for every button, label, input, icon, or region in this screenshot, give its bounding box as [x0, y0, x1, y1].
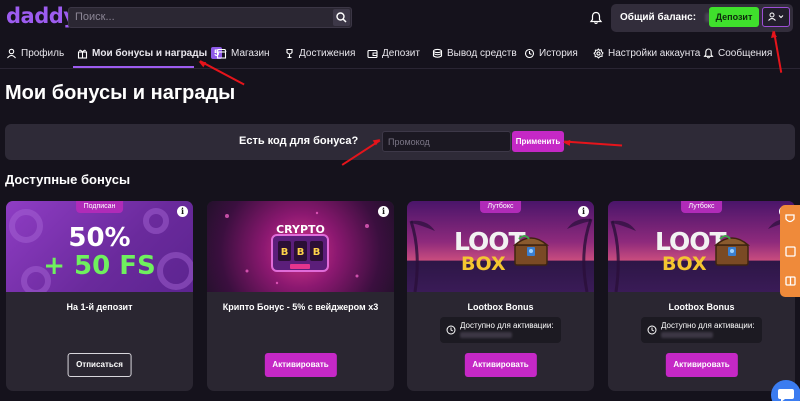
nav-label: Сообщения	[718, 47, 773, 59]
bonus-card-image: Подписан i 50% + 50 FS	[6, 201, 193, 292]
trophy-icon	[785, 214, 796, 286]
card-title: Lootbox Bonus	[668, 302, 735, 312]
support-chat-button[interactable]	[771, 380, 800, 401]
bonus-card-image: i CRYPTO BBB	[207, 201, 394, 292]
trophy-icon	[286, 48, 293, 58]
activate-button[interactable]: Активировать	[264, 353, 337, 377]
nav-divider	[0, 68, 800, 69]
promo-code-input[interactable]	[382, 131, 511, 152]
search-box	[68, 7, 352, 28]
svg-text:B: B	[313, 247, 321, 258]
search-input[interactable]	[75, 11, 325, 23]
page-title: Мои бонусы и награды	[5, 82, 236, 104]
card-tag: Лутбокс	[680, 201, 723, 213]
card-tag: Подписан	[75, 201, 124, 213]
image-headline: 50%	[68, 223, 131, 253]
user-icon	[7, 48, 16, 58]
search-icon	[336, 12, 347, 23]
availability-label: Доступно для активации:	[460, 321, 554, 330]
gear-icon	[593, 47, 604, 59]
nav-history[interactable]: История	[524, 44, 578, 62]
availability-box: Доступно для активации:	[641, 317, 762, 343]
notifications-bell-icon[interactable]	[589, 11, 603, 25]
bonus-card: i CRYPTO BBB Крипто Бонус - 5% с вейджер…	[207, 201, 394, 391]
nav-withdrawal[interactable]: Вывод средств	[432, 44, 517, 62]
unsubscribe-button[interactable]: Отписаться	[67, 353, 132, 377]
nav-label: Настройки аккаунта	[608, 47, 701, 59]
availability-value-blurred	[460, 332, 512, 338]
nav-messages[interactable]: Сообщения	[703, 44, 772, 62]
promo-code-panel: Есть код для бонуса? Применить	[5, 124, 795, 160]
bonus-card-image: Лутбокс i LOOT BOX	[608, 201, 795, 292]
promo-code-label: Есть код для бонуса?	[239, 135, 359, 147]
nav-deposit[interactable]: Депозит	[367, 44, 420, 62]
clock-icon	[446, 325, 456, 335]
nav-profile[interactable]: Профиль	[6, 44, 64, 62]
activate-button[interactable]: Активировать	[464, 353, 537, 377]
wallet-icon	[367, 49, 378, 58]
balance-label: Общий баланс:	[620, 12, 697, 23]
nav-label: Достижения	[299, 47, 356, 59]
bonus-card: Подписан i 50% + 50 FS На 1-й депозит От…	[6, 201, 193, 391]
slot-machine-icon: BBB	[271, 234, 329, 272]
nav-label: Мои бонусы и награды	[92, 47, 208, 59]
availability-label: Доступно для активации:	[661, 321, 755, 330]
deposit-button[interactable]: Депозит	[709, 7, 759, 27]
user-icon	[768, 12, 784, 21]
card-title: Крипто Бонус - 5% с вейджером x3	[222, 302, 379, 312]
apply-promo-button[interactable]: Применить	[512, 131, 564, 152]
info-icon[interactable]: i	[177, 206, 188, 217]
user-menu-button[interactable]	[762, 7, 790, 27]
nav-account-settings[interactable]: Настройки аккаунта	[593, 44, 700, 62]
gift-icon	[77, 49, 88, 59]
bell-icon	[703, 47, 714, 58]
shop-icon	[216, 48, 227, 59]
nav-shop[interactable]: Магазин	[216, 44, 270, 62]
search-button[interactable]	[333, 9, 350, 26]
card-tag: Лутбокс	[479, 201, 522, 213]
treasure-chest-icon	[513, 235, 549, 266]
nav-label: Депозит	[382, 47, 420, 59]
availability-value-blurred	[661, 332, 713, 338]
availability-box: Доступно для активации:	[440, 317, 561, 343]
svg-text:B: B	[281, 247, 289, 258]
info-icon[interactable]: i	[578, 206, 589, 217]
bonus-card: Лутбокс i LOOT BOX Lootbox Bonus Доступн…	[608, 201, 795, 391]
card-title: На 1-й депозит	[66, 302, 133, 312]
nav-achievements[interactable]: Достижения	[284, 44, 355, 62]
coins-icon	[432, 48, 443, 58]
treasure-chest-icon	[714, 235, 750, 266]
image-subheadline: + 50 FS	[43, 251, 156, 281]
nav-label: Вывод средств	[447, 47, 517, 59]
top-bar: daddy Общий баланс: Депозит	[0, 0, 800, 36]
section-title-available-bonuses: Доступные бонусы	[5, 172, 131, 187]
nav-label: История	[539, 47, 578, 59]
image-subheadline: BOX	[662, 253, 707, 275]
info-icon[interactable]: i	[378, 206, 389, 217]
card-title: Lootbox Bonus	[467, 302, 534, 312]
bonus-card: Лутбокс i LOOT BOX Lootbox Bonus Доступн…	[407, 201, 594, 391]
chat-icon	[778, 389, 794, 401]
image-subheadline: BOX	[461, 253, 506, 275]
activate-button[interactable]: Активировать	[665, 353, 738, 377]
clock-icon	[647, 325, 657, 335]
nav-label: Магазин	[231, 47, 270, 59]
account-nav: Профиль Мои бонусы и награды 5 Магазин Д…	[0, 38, 800, 68]
bonus-card-image: Лутбокс i LOOT BOX	[407, 201, 594, 292]
side-widget-panel[interactable]	[780, 205, 800, 297]
nav-label: Профиль	[21, 47, 65, 59]
history-icon	[524, 48, 535, 58]
logo[interactable]: daddy	[6, 4, 77, 28]
svg-text:B: B	[297, 247, 305, 258]
